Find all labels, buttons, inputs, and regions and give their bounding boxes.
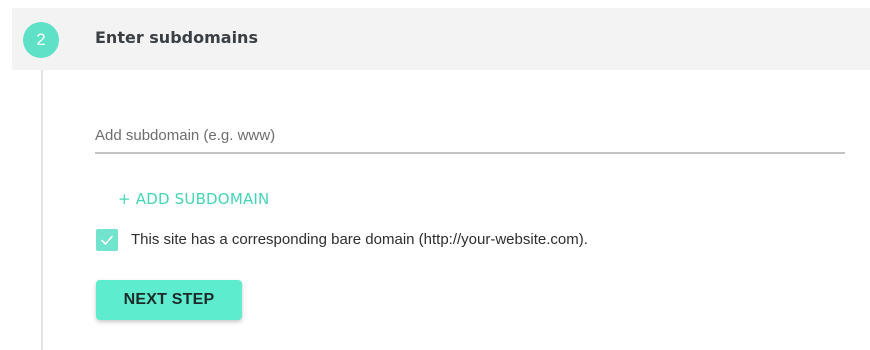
domain-setup-page: 2 Enter subdomains + ADD SUBDOMAIN This … (0, 0, 870, 350)
checkmark-icon (101, 235, 113, 245)
subdomain-input[interactable] (95, 118, 845, 154)
step-title: Enter subdomains (95, 28, 258, 47)
add-subdomain-link[interactable]: + ADD SUBDOMAIN (118, 190, 269, 208)
next-step-button[interactable]: NEXT STEP (96, 280, 242, 320)
bare-domain-checkbox-label: This site has a corresponding bare domai… (131, 231, 588, 248)
step-connector-line (41, 60, 43, 350)
bare-domain-checkbox[interactable] (96, 229, 118, 251)
step-number-badge: 2 (23, 22, 59, 58)
